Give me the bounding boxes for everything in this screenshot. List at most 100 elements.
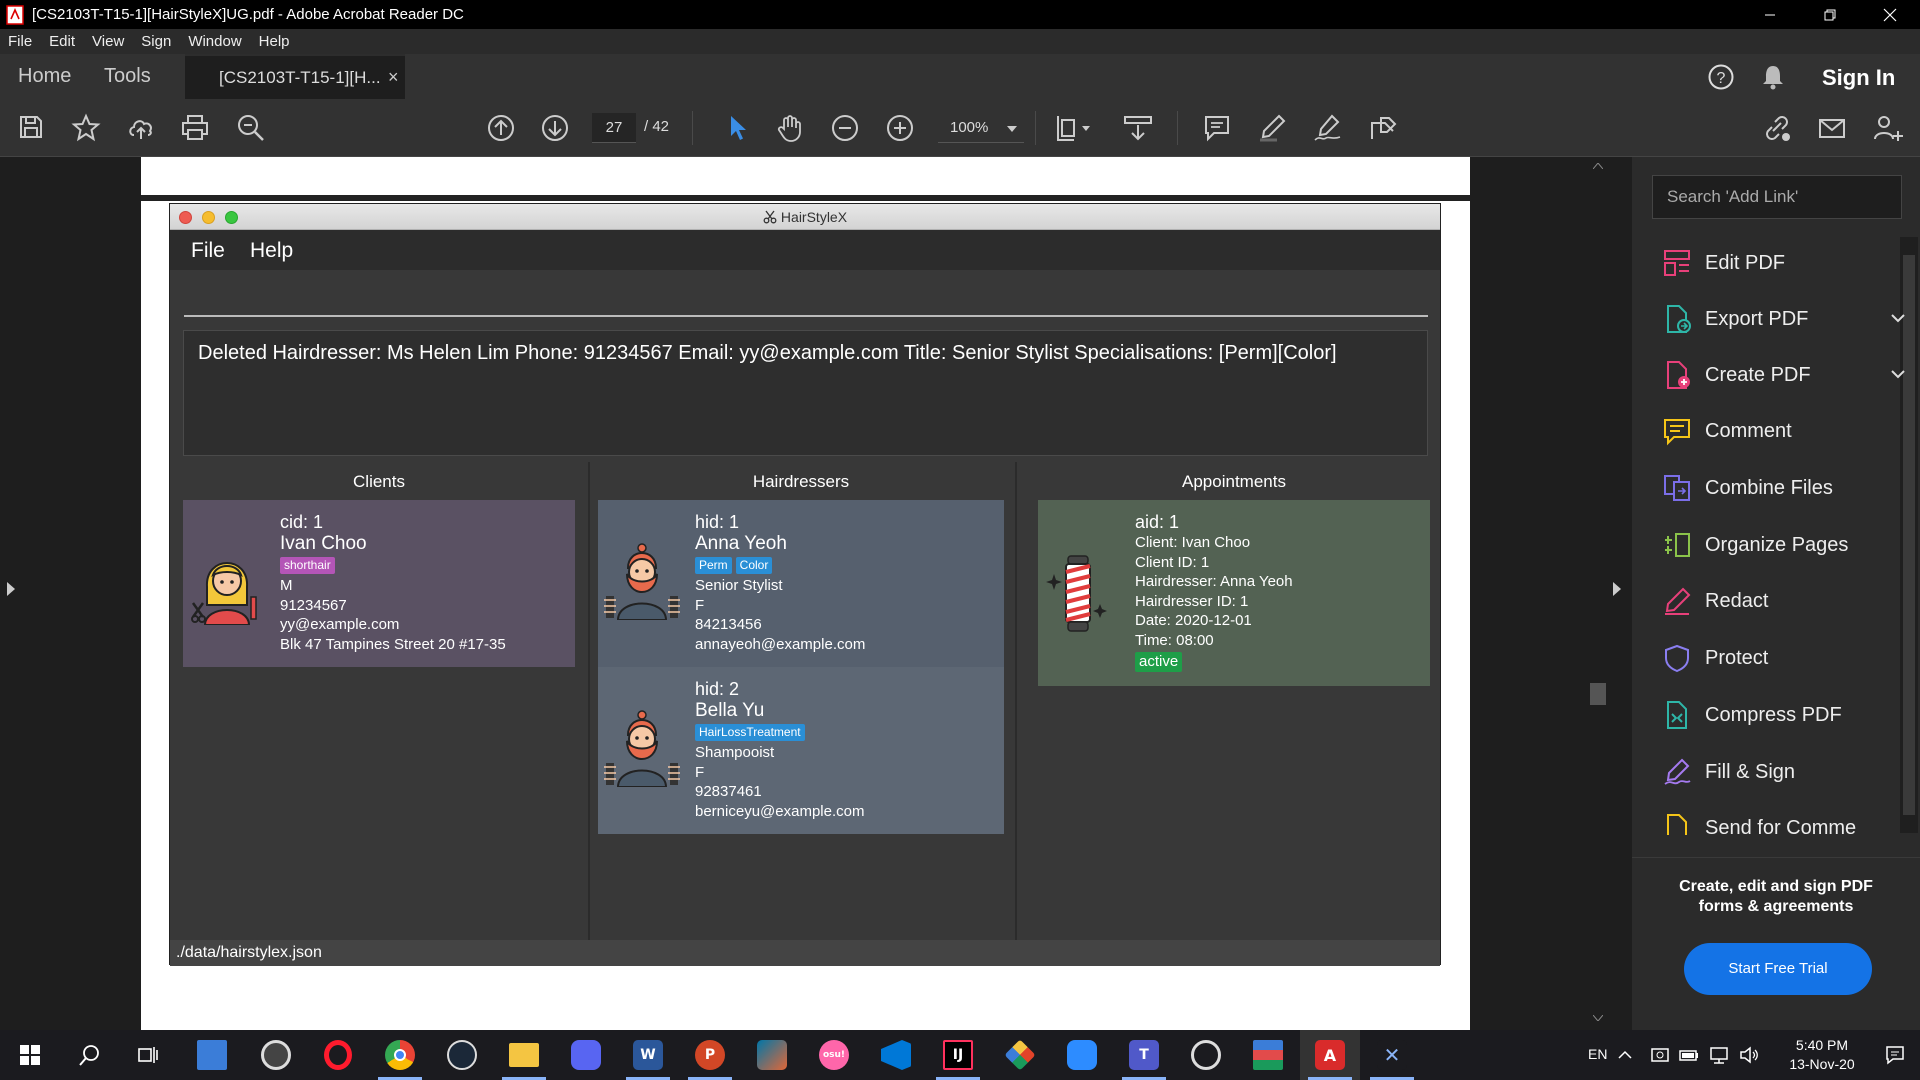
tool-fill-sign[interactable]: Fill & Sign: [1662, 755, 1795, 789]
menu-help[interactable]: Help: [259, 33, 290, 50]
taskbar-app-zoom[interactable]: [1052, 1030, 1112, 1080]
menu-window[interactable]: Window: [188, 33, 241, 50]
taskbar-app-opera[interactable]: [308, 1030, 368, 1080]
tool-combine-files[interactable]: Combine Files: [1662, 471, 1833, 505]
document-scrollbar[interactable]: [1586, 157, 1610, 1030]
taskbar-app-powerpoint[interactable]: P: [680, 1030, 740, 1080]
notifications-bell-icon[interactable]: [1760, 63, 1786, 91]
taskbar-app-osu[interactable]: osu!: [804, 1030, 864, 1080]
menu-file[interactable]: File: [8, 33, 32, 50]
chevron-down-icon[interactable]: [1890, 313, 1906, 323]
link-share-icon[interactable]: [1761, 113, 1793, 143]
git-kraken-icon: [1004, 1039, 1036, 1071]
tab-home[interactable]: Home: [18, 65, 71, 88]
tool-edit-pdf[interactable]: Edit PDF: [1662, 246, 1785, 280]
zoom-search-icon[interactable]: [236, 113, 266, 143]
tool-comment[interactable]: Comment: [1662, 414, 1792, 448]
taskbar-app-chrome[interactable]: [370, 1030, 430, 1080]
taskbar-app-steam[interactable]: [432, 1030, 492, 1080]
menu-edit[interactable]: Edit: [49, 33, 75, 50]
input-language[interactable]: EN: [1588, 1046, 1607, 1062]
menu-sign[interactable]: Sign: [141, 33, 171, 50]
tool-compress-pdf[interactable]: Compress PDF: [1662, 698, 1842, 732]
tab-tools[interactable]: Tools: [104, 65, 151, 88]
taskbar-app-matlab[interactable]: [742, 1030, 802, 1080]
bookmark-star-icon[interactable]: [71, 113, 101, 143]
document-scrollbar-thumb[interactable]: [1590, 683, 1606, 705]
sign-in-button[interactable]: Sign In: [1822, 65, 1895, 91]
panel-divider: [1015, 462, 1017, 940]
action-center-notification-icon[interactable]: [1884, 1044, 1906, 1066]
tool-organize-pages[interactable]: Organize Pages: [1662, 528, 1848, 562]
menu-view[interactable]: View: [92, 33, 124, 50]
tool-send-for-comment[interactable]: Send for Comme: [1662, 811, 1856, 835]
page-number-input[interactable]: 27: [592, 113, 636, 143]
hairdresser-email: berniceyu@example.com: [695, 802, 865, 820]
toolbar-divider: [1035, 111, 1036, 145]
tab-document[interactable]: [CS2103T-T15-1][H... ×: [185, 54, 405, 99]
tools-pane-scrollbar-thumb[interactable]: [1903, 255, 1915, 815]
print-icon[interactable]: [180, 113, 210, 143]
tool-create-pdf[interactable]: Create PDF: [1662, 358, 1905, 392]
taskbar-app-qq[interactable]: [1176, 1030, 1236, 1080]
tray-chevron-up-icon[interactable]: [1618, 1045, 1632, 1065]
hand-tool-icon[interactable]: [775, 113, 805, 143]
taskbar-app-word[interactable]: W: [618, 1030, 678, 1080]
taskbar-app-file-explorer[interactable]: [494, 1030, 554, 1080]
taskbar-app-discord[interactable]: [556, 1030, 616, 1080]
file-explorer-folder-icon: [509, 1043, 539, 1067]
previous-page-icon[interactable]: [486, 113, 516, 143]
scroll-up-chevron-icon[interactable]: [1593, 163, 1603, 169]
hairstylex-app-screenshot: HairStyleX File Help Deleted Hairdresser…: [169, 203, 1441, 966]
zoom-dropdown-chevron-icon[interactable]: [1007, 126, 1017, 132]
tools-pane-scrollbar[interactable]: [1900, 237, 1918, 833]
volume-speaker-icon[interactable]: [1738, 1045, 1760, 1065]
tool-export-pdf[interactable]: Export PDF: [1662, 302, 1905, 336]
tool-label: Export PDF: [1705, 307, 1809, 330]
start-free-trial-button[interactable]: Start Free Trial: [1684, 943, 1872, 995]
clock[interactable]: 5:40 PM 13-Nov-20: [1774, 1036, 1870, 1074]
taskbar-app-intellij[interactable]: IJ: [928, 1030, 988, 1080]
comment-toolbar-icon[interactable]: [1202, 113, 1232, 143]
taskbar-app-winrar[interactable]: [1238, 1030, 1298, 1080]
wifi-network-icon[interactable]: [1708, 1045, 1730, 1065]
zoom-out-icon[interactable]: [830, 113, 860, 143]
left-pane-toggle-icon[interactable]: [6, 582, 16, 596]
tools-search-input[interactable]: Search 'Add Link': [1652, 175, 1902, 219]
clock-date: 13-Nov-20: [1789, 1056, 1855, 1072]
taskbar-app-vscode[interactable]: [866, 1030, 926, 1080]
tray-network-app-icon[interactable]: [1650, 1045, 1670, 1065]
select-cursor-icon[interactable]: [726, 113, 750, 143]
right-pane-toggle-icon[interactable]: [1612, 582, 1622, 596]
email-icon[interactable]: [1817, 113, 1847, 143]
zoom-in-icon[interactable]: [885, 113, 915, 143]
upload-cloud-icon[interactable]: [126, 113, 156, 143]
tool-protect[interactable]: Protect: [1662, 641, 1768, 675]
tab-close-icon[interactable]: ×: [388, 67, 399, 88]
restore-button[interactable]: [1800, 0, 1860, 29]
taskbar-app-acrobat[interactable]: A: [1300, 1030, 1360, 1080]
minimize-button[interactable]: [1740, 0, 1800, 29]
tool-redact[interactable]: Redact: [1662, 584, 1768, 618]
share-edit-icon[interactable]: [1367, 113, 1399, 143]
taskbar-search[interactable]: [60, 1030, 120, 1080]
read-mode-icon[interactable]: [1122, 113, 1154, 143]
taskbar-app-control-panel[interactable]: [182, 1030, 242, 1080]
sign-pen-icon[interactable]: [1312, 113, 1344, 143]
taskbar-app-git[interactable]: [990, 1030, 1050, 1080]
chevron-down-icon[interactable]: [1890, 369, 1906, 379]
start-button[interactable]: [0, 1030, 60, 1080]
next-page-icon[interactable]: [540, 113, 570, 143]
page-fit-icon[interactable]: [1054, 113, 1092, 143]
task-view-button[interactable]: [118, 1030, 178, 1080]
scroll-down-chevron-icon[interactable]: [1593, 1015, 1603, 1021]
save-icon[interactable]: [17, 113, 45, 141]
help-icon[interactable]: ?: [1707, 63, 1735, 91]
taskbar-app-music[interactable]: [246, 1030, 306, 1080]
taskbar-app-hairstylex[interactable]: ✕: [1362, 1030, 1422, 1080]
battery-icon[interactable]: [1678, 1045, 1700, 1065]
add-user-icon[interactable]: [1872, 113, 1904, 143]
highlight-pen-icon[interactable]: [1257, 113, 1287, 143]
close-window-button[interactable]: [1860, 0, 1920, 29]
taskbar-app-teams[interactable]: T: [1114, 1030, 1174, 1080]
